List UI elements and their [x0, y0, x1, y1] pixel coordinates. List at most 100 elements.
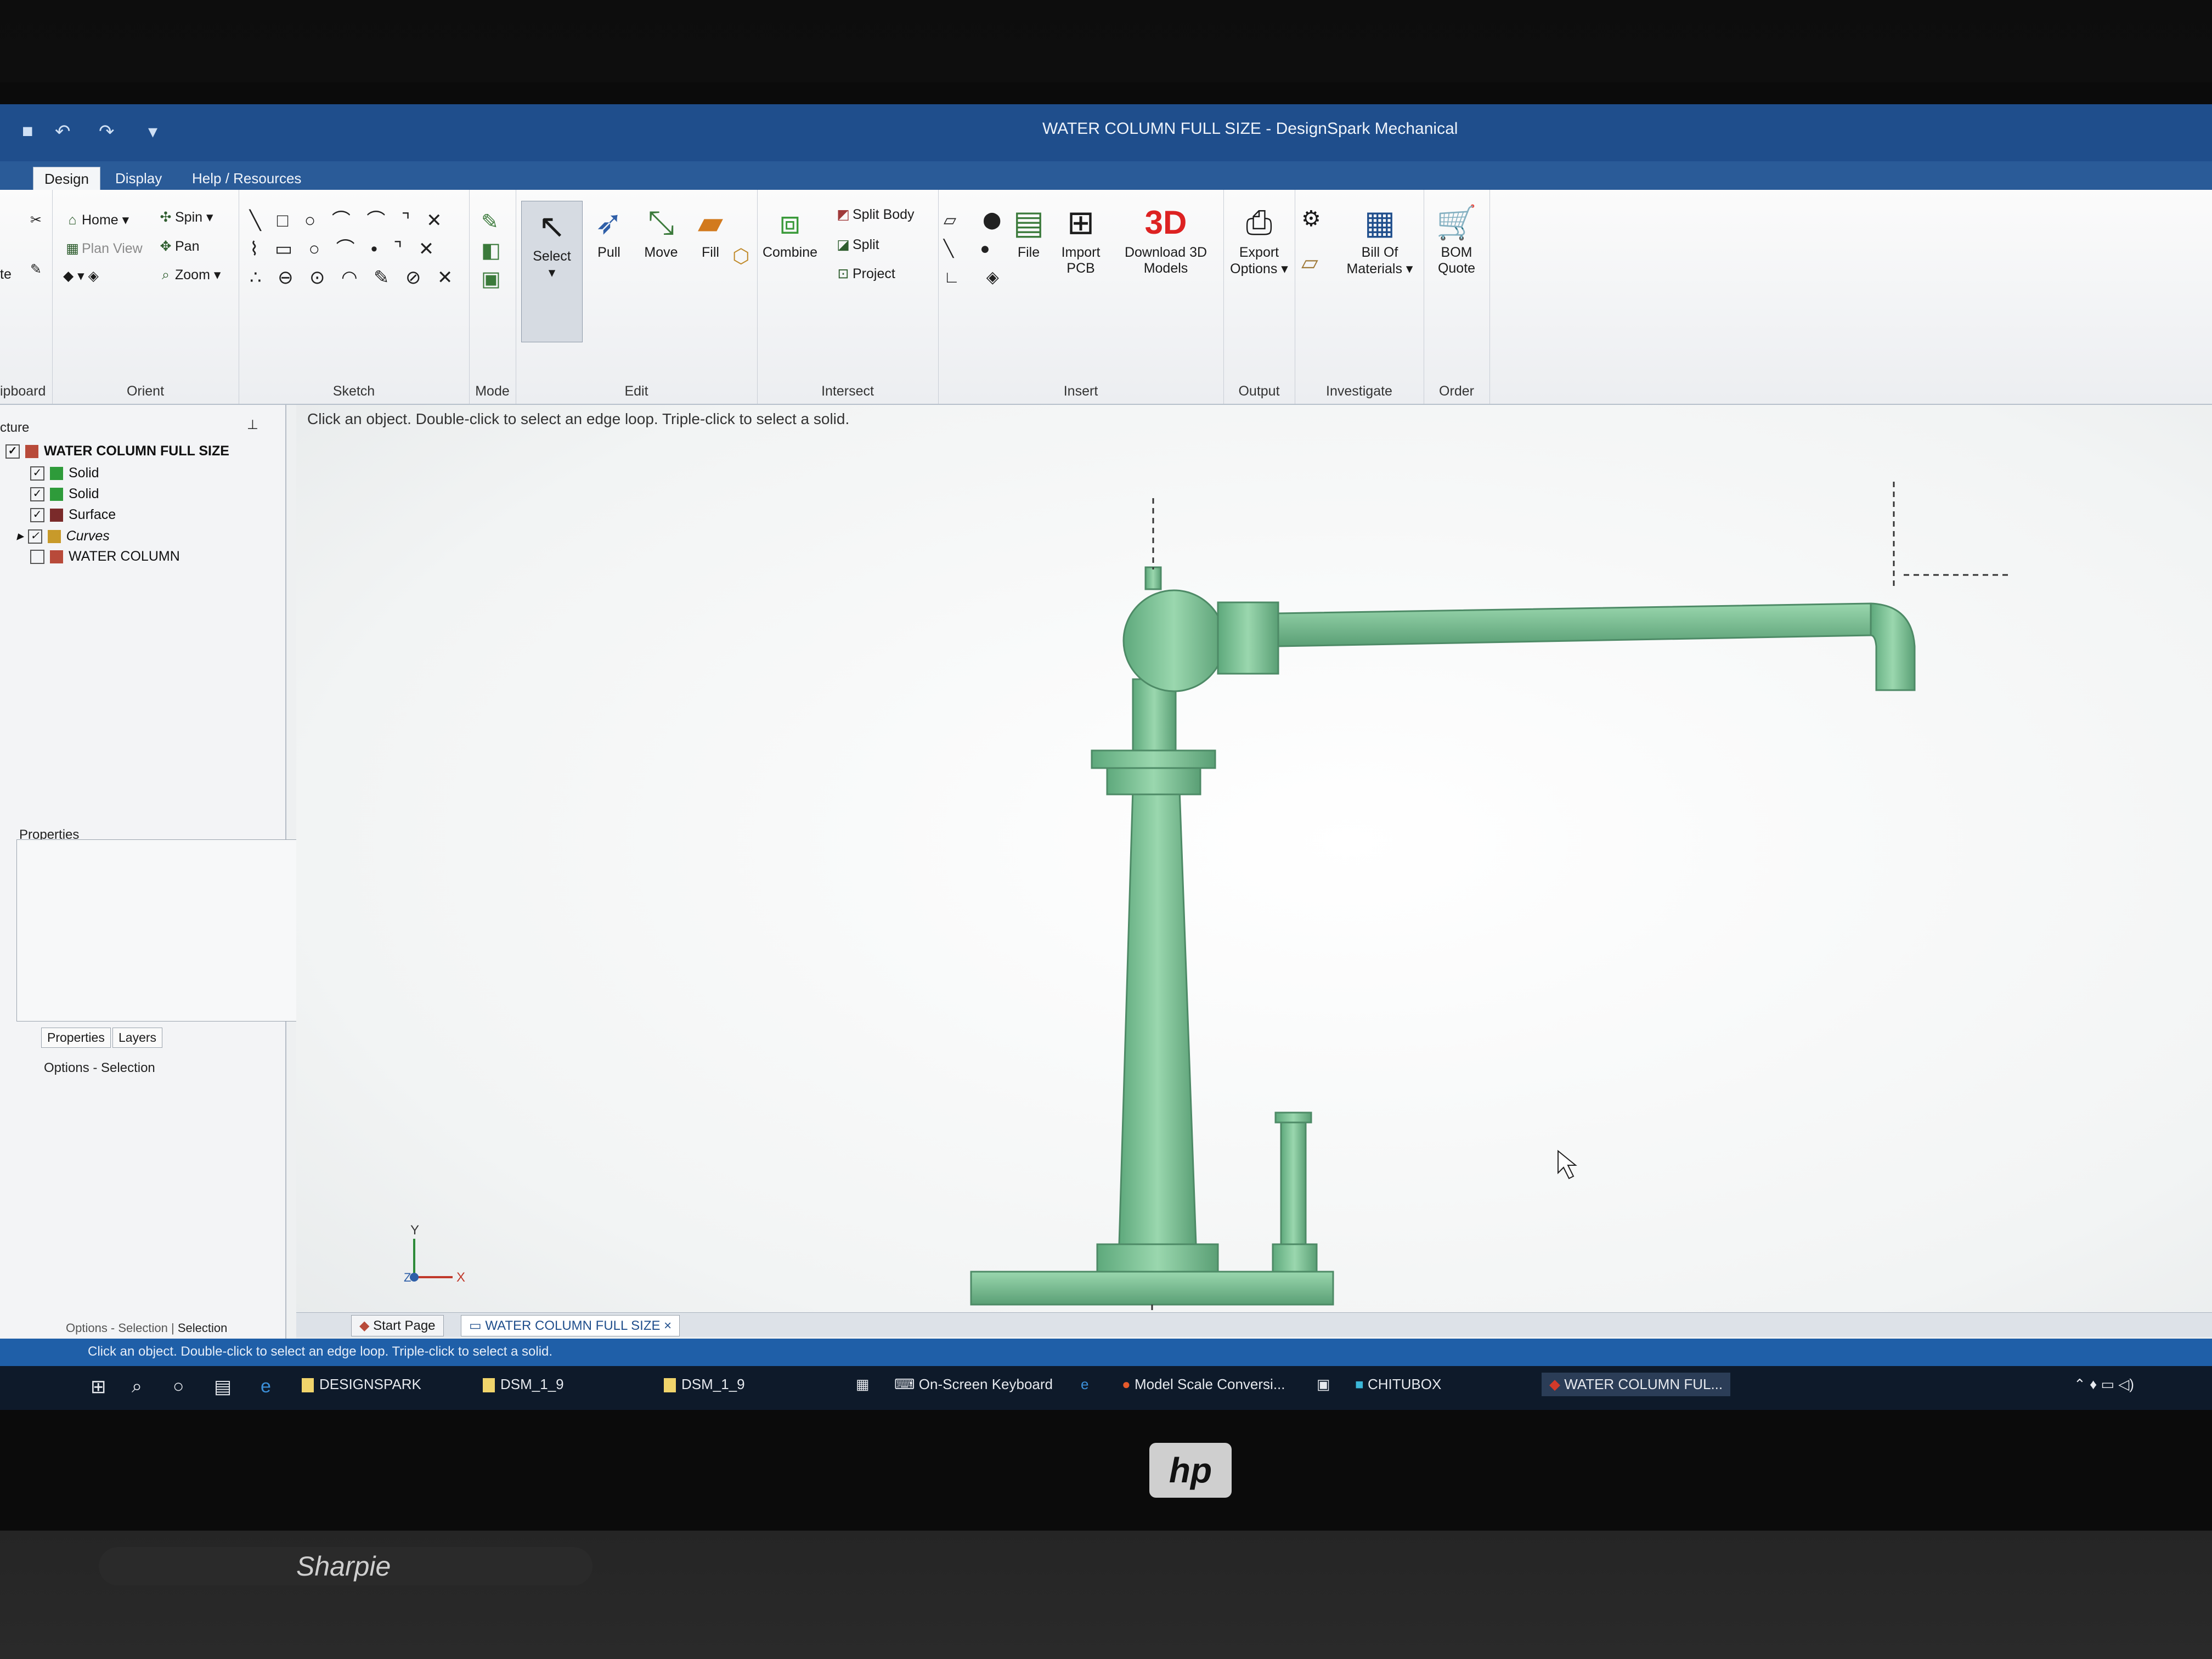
undo-icon[interactable]: ↶ [55, 121, 71, 143]
redo-icon[interactable]: ↷ [99, 121, 115, 143]
search-icon[interactable]: ⌕ [132, 1376, 142, 1397]
item-checkbox[interactable]: ✓ [27, 529, 42, 544]
download-3d-models-button[interactable]: 3D Download 3D Models [1114, 201, 1218, 276]
task-view-icon[interactable]: ▤ [214, 1376, 232, 1398]
start-icon[interactable]: ⊞ [91, 1376, 106, 1398]
measure-icon[interactable]: ⚙ [1301, 206, 1321, 232]
item-checkbox[interactable]: ✓ [30, 508, 44, 523]
shell-icon[interactable]: ⬡ [732, 245, 749, 268]
ie-icon[interactable]: e [1081, 1376, 1088, 1393]
tab-design[interactable]: Design [33, 167, 100, 190]
expand-arrow-icon[interactable]: ▸ [16, 528, 24, 544]
pull-button[interactable]: ➶ Pull [579, 201, 639, 261]
column-shaft[interactable] [1118, 788, 1197, 1245]
select-arrow-icon: ↖ [538, 208, 566, 245]
taskbar-item-dsm-1[interactable]: DSM_1_9 [483, 1376, 564, 1393]
3d-viewport[interactable]: Click an object. Double-click to select … [296, 405, 2212, 1377]
save-icon[interactable]: ■ [22, 121, 33, 142]
item-checkbox[interactable]: ✓ [30, 487, 44, 502]
taskbar-item-dsm-2[interactable]: DSM_1_9 [664, 1376, 745, 1393]
delivery-arm[interactable] [1277, 602, 1872, 647]
cut-icon[interactable]: ✂ [30, 212, 42, 228]
mass-icon[interactable]: ▱ [1301, 250, 1318, 275]
bom-quote-button[interactable]: 🛒 BOM Quote [1426, 201, 1487, 276]
calculator-icon[interactable]: ▦ [856, 1376, 870, 1393]
taskbar-item-designspark[interactable]: DESIGNSPARK [302, 1376, 421, 1393]
column-collar[interactable] [1106, 766, 1201, 795]
base-plinth[interactable] [970, 1271, 1334, 1306]
zoom-button[interactable]: ⌕ Zoom ▾ [156, 267, 221, 283]
tree-item[interactable]: ▸ ✓ Curves [16, 528, 110, 544]
small-column[interactable] [1280, 1117, 1307, 1245]
home-button[interactable]: ⌂ Home ▾ [63, 212, 129, 228]
close-tab-icon[interactable]: × [664, 1318, 672, 1333]
fill-button[interactable]: ▰ Fill [680, 201, 741, 261]
taskbar-item-osk[interactable]: ⌨ On-Screen Keyboard [894, 1376, 1053, 1393]
app-icon[interactable]: ▣ [1317, 1376, 1330, 1393]
root-checkbox[interactable]: ✓ [5, 444, 20, 459]
water-column-model[interactable] [970, 566, 1916, 1306]
cortana-icon[interactable]: ○ [173, 1376, 184, 1397]
top-cap[interactable] [1144, 566, 1162, 590]
project-icon: ⊡ [837, 266, 849, 281]
format-brush-icon[interactable]: ✎ [30, 261, 42, 278]
taskbar-item-model-scale[interactable]: ● Model Scale Conversi... [1122, 1376, 1285, 1393]
paste-button[interactable]: te [0, 267, 12, 283]
folder-icon [483, 1378, 495, 1393]
edge-icon[interactable]: e [261, 1376, 271, 1397]
tab-layers[interactable]: Layers [112, 1028, 163, 1048]
split-body-icon: ◩ [837, 207, 850, 222]
orient-group-label: Orient [126, 383, 165, 399]
sketch-mode-icon[interactable]: ✎ [481, 210, 499, 234]
start-page-icon: ◆ [359, 1318, 374, 1333]
tree-item[interactable]: ✓ Solid [30, 486, 99, 502]
tab-water-column[interactable]: ▭ WATER COLUMN FULL SIZE × [461, 1315, 680, 1336]
valve-flange[interactable] [1217, 601, 1279, 675]
project-button[interactable]: ⊡ Project [834, 266, 895, 282]
item-checkbox[interactable]: ✓ [30, 466, 44, 481]
spin-icon: ✣ [160, 210, 172, 225]
pin-icon[interactable]: ⊥ [247, 417, 258, 433]
options-selection-tab[interactable]: Options - Selection [66, 1321, 168, 1335]
solid-icon [50, 488, 63, 501]
file-insert-button[interactable]: ▤ File [998, 201, 1059, 261]
model-canvas[interactable]: Y X Z [296, 405, 2212, 1316]
tab-display[interactable]: Display [104, 167, 173, 190]
export-options-button[interactable]: ⎙ Export Options ▾ [1229, 201, 1289, 277]
fill-icon: ▰ [697, 204, 724, 241]
3d-mode-icon[interactable]: ▣ [481, 267, 501, 291]
taskbar-item-chitubox[interactable]: ■ CHITUBOX [1355, 1376, 1441, 1393]
column-foot[interactable] [1096, 1243, 1219, 1273]
system-tray-icons[interactable]: ⌃ ♦ ▭ ◁) [2074, 1376, 2134, 1393]
import-pcb-button[interactable]: ⊞ Import PCB [1051, 201, 1111, 276]
select-button[interactable]: ↖ Select ▾ [521, 201, 583, 342]
small-column-base[interactable] [1272, 1243, 1318, 1273]
sketch-tools-grid[interactable]: ╲ □ ○ ⌒ ⌒ ⌝ ✕ ⌇ ▭ ○ ⌒ • ⌝ ✕ ∴ ⊖ ⊙ ◠ ✎ ⊘ ✕ [250, 206, 458, 292]
section-mode-icon[interactable]: ◧ [481, 238, 501, 263]
view-cube-icon[interactable]: ◆ ▾ ◈ [63, 268, 99, 284]
combine-button[interactable]: ⧈ Combine [760, 201, 820, 261]
bill-of-materials-button[interactable]: ▦ Bill Of Materials ▾ [1339, 201, 1421, 277]
valve-ball[interactable] [1122, 589, 1226, 692]
split-body-button[interactable]: ◩ Split Body [834, 206, 914, 223]
arm-elbow[interactable] [1870, 602, 1916, 691]
tree-root[interactable]: ✓ WATER COLUMN FULL SIZE [5, 443, 229, 459]
tree-item[interactable]: ✓ Surface [30, 507, 116, 523]
split-button[interactable]: ◪ Split [834, 236, 879, 253]
spin-button[interactable]: ✣ Spin ▾ [156, 209, 213, 225]
item-checkbox[interactable] [30, 550, 44, 565]
tree-item[interactable]: ✓ Solid [30, 465, 99, 481]
taskbar-item-water-column[interactable]: ◆ WATER COLUMN FUL... [1542, 1373, 1731, 1396]
tree-item[interactable]: WATER COLUMN [30, 549, 180, 565]
tab-properties[interactable]: Properties [41, 1028, 111, 1048]
plan-view-button[interactable]: ▦ Plan View [63, 240, 143, 257]
customize-toolbar-icon[interactable]: ▾ [148, 121, 157, 143]
selection-tab[interactable]: Selection [178, 1321, 228, 1335]
small-column-cap[interactable] [1274, 1111, 1312, 1124]
tab-help-resources[interactable]: Help / Resources [181, 167, 312, 190]
output-group-label: Output [1238, 383, 1280, 399]
tab-start-page[interactable]: ◆ Start Page [351, 1315, 444, 1336]
column-capital[interactable] [1091, 749, 1216, 769]
pan-button[interactable]: ✥ Pan [156, 238, 200, 255]
group-sketch: ╲ □ ○ ⌒ ⌒ ⌝ ✕ ⌇ ▭ ○ ⌒ • ⌝ ✕ ∴ ⊖ ⊙ ◠ ✎ ⊘ ✕ … [239, 190, 470, 404]
